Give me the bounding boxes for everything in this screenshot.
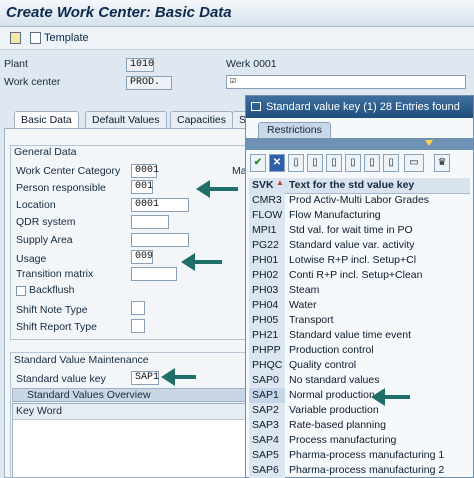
arrow-icon	[181, 253, 222, 271]
annotation-arrows	[161, 180, 410, 406]
arrow-icon	[371, 388, 410, 406]
arrow-icon	[161, 368, 196, 386]
arrow-icon	[196, 180, 238, 198]
